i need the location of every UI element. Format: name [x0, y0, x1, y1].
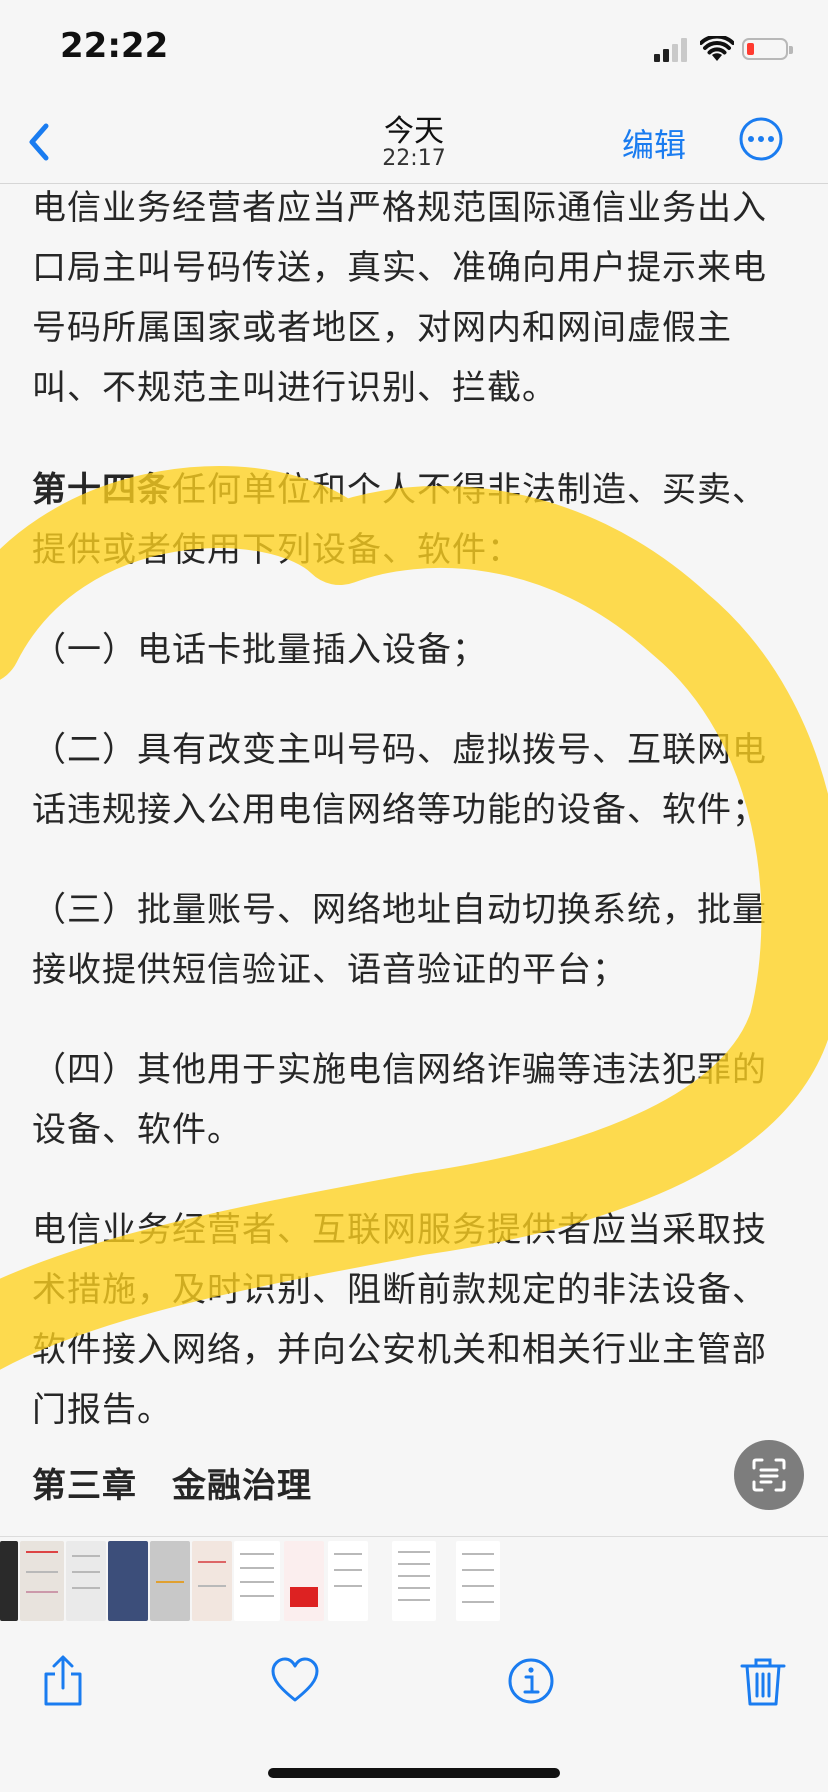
thumbnail-selected[interactable] [392, 1541, 436, 1621]
paragraph: 第十四条任何单位和个人不得非法制造、买卖、提供或者使用下列设备、软件： [32, 470, 767, 570]
wifi-icon [700, 36, 734, 61]
paragraph: （三）批量账号、网络地址自动切换系统，批量接收提供短信验证、语音验证的平台； [32, 890, 767, 990]
nav-subtitle: 22:17 [382, 146, 446, 171]
chapter-heading: 第三章 金融治理 [32, 1466, 312, 1506]
paragraph: （一）电话卡批量插入设备； [32, 630, 487, 670]
photo-content: 电信业务经营者应当严格规范国际通信业务出入口局主叫号码传送，真实、准确向用户提示… [0, 184, 828, 1536]
thumbnail[interactable] [0, 1541, 18, 1621]
heart-icon[interactable] [270, 1654, 320, 1708]
nav-bar: 今天 22:17 编辑 [0, 100, 828, 184]
thumbnail[interactable] [192, 1541, 232, 1621]
status-time: 22:22 [60, 26, 169, 66]
thumbnail[interactable] [234, 1541, 280, 1621]
share-icon[interactable] [38, 1654, 88, 1708]
live-text-button[interactable] [734, 1440, 804, 1510]
paragraph: 电信业务经营者、互联网服务提供者应当采取技术措施，及时识别、阻断前款规定的非法设… [32, 1210, 767, 1430]
thumbnail[interactable] [150, 1541, 190, 1621]
thumbnail[interactable] [328, 1541, 368, 1621]
info-icon[interactable] [506, 1654, 556, 1708]
thumbnail[interactable] [20, 1541, 64, 1621]
edit-button[interactable]: 编辑 [622, 120, 686, 166]
thumbnail[interactable] [284, 1541, 324, 1621]
thumbnail[interactable] [66, 1541, 106, 1621]
battery-icon [742, 38, 793, 60]
cellular-signal-icon [654, 38, 687, 62]
thumbnail-strip[interactable] [0, 1536, 828, 1628]
live-text-icon [752, 1458, 786, 1492]
home-indicator[interactable] [268, 1768, 560, 1778]
thumbnail[interactable] [108, 1541, 148, 1621]
trash-icon[interactable] [738, 1654, 788, 1708]
thumbnail[interactable] [456, 1541, 500, 1621]
paragraph: （二）具有改变主叫号码、虚拟拨号、互联网电话违规接入公用电信网络等功能的设备、软… [32, 730, 767, 830]
paragraph: （四）其他用于实施电信网络诈骗等违法犯罪的设备、软件。 [32, 1050, 767, 1150]
nav-title: 今天 [384, 114, 444, 149]
status-bar: 22:22 [0, 0, 828, 100]
more-options-icon[interactable] [738, 116, 784, 162]
paragraph: 电信业务经营者应当严格规范国际通信业务出入口局主叫号码传送，真实、准确向用户提示… [32, 188, 767, 408]
